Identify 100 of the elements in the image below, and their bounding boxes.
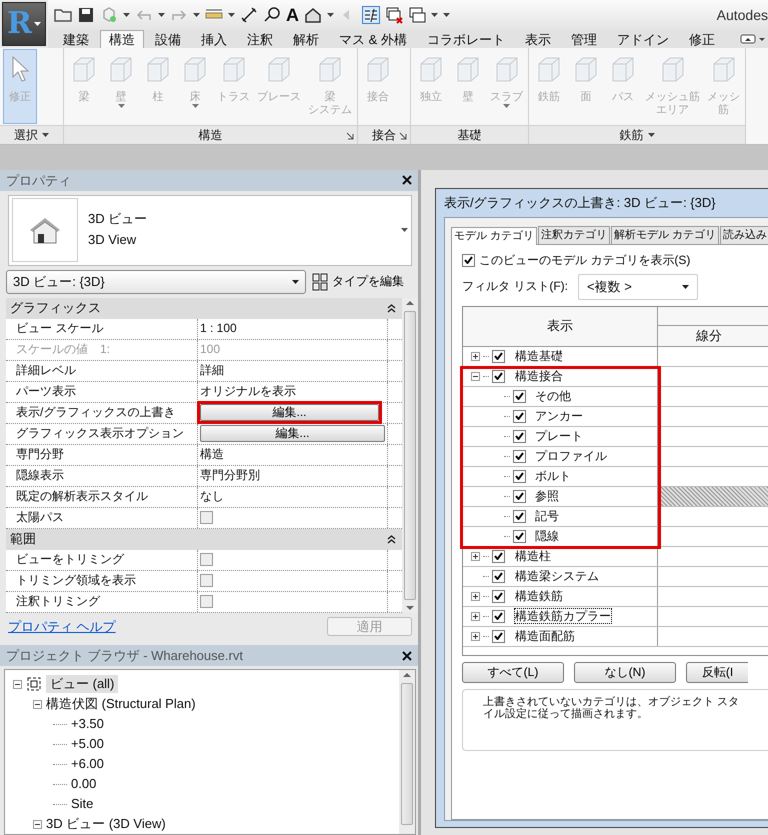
- ribbon-tab[interactable]: 管理: [562, 30, 606, 48]
- dialog-tab[interactable]: 解析モデル カテゴリ: [611, 226, 720, 244]
- edit-button[interactable]: 編集...: [200, 425, 385, 442]
- collapse-icon[interactable]: [387, 534, 396, 544]
- save-icon[interactable]: [77, 6, 95, 24]
- collapse-icon[interactable]: [387, 303, 396, 314]
- group-header[interactable]: 範囲: [6, 528, 402, 550]
- ribbon-tab[interactable]: 建築: [54, 30, 98, 48]
- ribbon-tab[interactable]: 解析: [284, 30, 328, 48]
- ribbon-tab[interactable]: アドイン: [608, 30, 678, 48]
- category-name[interactable]: 隠線: [535, 528, 559, 544]
- switch-windows-icon[interactable]: [408, 6, 426, 24]
- category-name[interactable]: 構造面配筋: [514, 628, 576, 644]
- caret-icon[interactable]: [228, 13, 235, 17]
- property-value[interactable]: オリジナルを表示: [200, 384, 296, 399]
- tree-item[interactable]: 0.00: [71, 776, 96, 792]
- view-dropdown[interactable]: 3D ビュー: {3D}: [6, 270, 306, 294]
- category-name[interactable]: 構造鉄筋カプラー: [514, 608, 612, 624]
- ribbon-tab[interactable]: 設備: [146, 30, 190, 48]
- caret-icon[interactable]: [193, 13, 200, 17]
- close-windows-icon[interactable]: [385, 6, 403, 24]
- close-icon[interactable]: [402, 175, 412, 186]
- dialog-button[interactable]: すべて(L): [462, 662, 564, 683]
- expand-icon[interactable]: [471, 352, 480, 361]
- caret-icon[interactable]: [158, 13, 165, 17]
- category-name[interactable]: 構造梁システム: [514, 568, 600, 584]
- collapse-icon[interactable]: [33, 820, 42, 828]
- checkbox[interactable]: [513, 390, 526, 403]
- checkbox[interactable]: [492, 610, 505, 623]
- help-link[interactable]: プロパティ ヘルプ: [8, 618, 116, 634]
- checkbox[interactable]: [513, 470, 526, 483]
- property-value[interactable]: 構造: [200, 447, 224, 462]
- caret-icon[interactable]: [123, 13, 130, 17]
- scrollbar[interactable]: [399, 670, 415, 834]
- collapse-icon[interactable]: [13, 680, 22, 688]
- expand-icon[interactable]: [471, 592, 480, 601]
- tree-item[interactable]: 構造伏図 (Structural Plan): [46, 696, 196, 712]
- expand-icon[interactable]: [471, 632, 480, 641]
- checkbox[interactable]: [200, 553, 213, 566]
- checkbox[interactable]: [513, 450, 526, 463]
- tree-item[interactable]: +3.50: [71, 716, 104, 732]
- close-icon[interactable]: [402, 650, 412, 660]
- dimension-icon[interactable]: [240, 6, 258, 24]
- ribbon-tab[interactable]: 注釈: [238, 30, 282, 48]
- property-value[interactable]: 専門分野別: [200, 468, 260, 483]
- checkbox[interactable]: [492, 370, 505, 383]
- checkbox[interactable]: [513, 410, 526, 423]
- collapse-icon[interactable]: [471, 372, 480, 381]
- caret-icon[interactable]: [327, 13, 334, 17]
- category-name[interactable]: 構造柱: [514, 548, 552, 564]
- property-value[interactable]: 詳細: [200, 363, 224, 378]
- launcher-icon[interactable]: [346, 132, 354, 140]
- tree-item[interactable]: +5.00: [71, 736, 104, 752]
- dialog-button[interactable]: 反転(I: [686, 662, 748, 683]
- caret-icon[interactable]: [682, 284, 689, 289]
- checkbox[interactable]: [513, 510, 526, 523]
- tree-item[interactable]: ビュー (all): [46, 675, 118, 693]
- caret-icon[interactable]: [292, 280, 299, 284]
- property-value[interactable]: 1 : 100: [200, 321, 237, 336]
- category-name[interactable]: 構造接合: [514, 368, 564, 384]
- launcher-icon[interactable]: [399, 132, 407, 140]
- dialog-tab[interactable]: 読み込み: [720, 226, 768, 244]
- category-name[interactable]: プロファイル: [535, 448, 607, 464]
- ribbon-tab[interactable]: 挿入: [192, 30, 236, 48]
- checkbox[interactable]: [200, 595, 213, 608]
- caret-icon[interactable]: [42, 133, 49, 137]
- filter-dropdown[interactable]: <複数 >: [578, 274, 698, 300]
- expand-icon[interactable]: [471, 552, 480, 561]
- category-name[interactable]: アンカー: [535, 408, 583, 424]
- category-name[interactable]: ボルト: [535, 468, 571, 484]
- dialog-tab[interactable]: 注釈カテゴリ: [538, 226, 610, 244]
- checkbox[interactable]: [492, 570, 505, 583]
- category-name[interactable]: 記号: [535, 508, 559, 524]
- collapse-icon[interactable]: [33, 700, 42, 708]
- category-name[interactable]: その他: [535, 388, 571, 404]
- property-value[interactable]: なし: [200, 489, 224, 504]
- checkbox[interactable]: [492, 630, 505, 643]
- tree-item[interactable]: 3D ビュー (3D View): [46, 816, 166, 832]
- category-name[interactable]: プレート: [535, 428, 583, 444]
- caret-icon[interactable]: [648, 133, 654, 137]
- category-name[interactable]: 構造基礎: [514, 348, 564, 364]
- caret-icon[interactable]: [401, 228, 408, 232]
- thin-lines-icon[interactable]: [362, 6, 380, 24]
- text-tool[interactable]: A: [286, 6, 299, 24]
- tree-item[interactable]: Site: [71, 796, 94, 812]
- checkbox[interactable]: [492, 590, 505, 603]
- ribbon-tab[interactable]: 修正: [680, 30, 724, 48]
- type-selector[interactable]: 3D ビュー 3D View: [8, 194, 412, 266]
- ribbon-tab[interactable]: 構造: [100, 30, 144, 48]
- checkbox[interactable]: [513, 530, 526, 543]
- tree-item[interactable]: +6.00: [71, 756, 104, 772]
- checkbox[interactable]: [200, 511, 213, 524]
- panel-toggle-icon[interactable]: [740, 33, 766, 45]
- home-icon[interactable]: [304, 6, 322, 24]
- ribbon-tab[interactable]: マス & 外構: [330, 30, 416, 48]
- expand-icon[interactable]: [471, 612, 480, 621]
- ribbon-tab[interactable]: コラボレート: [418, 30, 514, 48]
- checkbox[interactable]: [513, 430, 526, 443]
- checkbox[interactable]: [492, 550, 505, 563]
- checkbox[interactable]: [462, 254, 475, 267]
